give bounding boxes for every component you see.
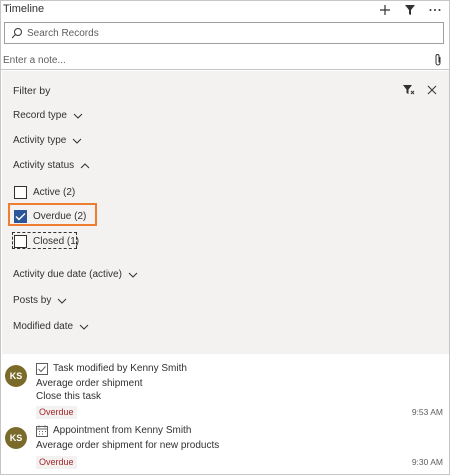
search-box <box>4 22 444 44</box>
filter-pane: Filter by Record type Activity type Acti… <box>2 71 449 354</box>
section-activity-type[interactable]: Activity type <box>13 135 82 146</box>
attachment-icon[interactable] <box>433 53 445 67</box>
status-badge: Overdue <box>36 406 77 419</box>
record-subject: Average order shipment <box>36 378 143 389</box>
more-icon[interactable] <box>427 2 443 18</box>
chevron-down-icon <box>73 138 82 144</box>
section-activity-due-date[interactable]: Activity due date (active) <box>13 269 138 280</box>
overdue-checkbox[interactable] <box>14 209 27 223</box>
record-description: Close this task <box>36 391 102 402</box>
chevron-down-icon <box>58 298 67 304</box>
filter-title: Filter by <box>13 85 51 97</box>
section-activity-status[interactable]: Activity status <box>13 160 90 171</box>
chevron-down-icon <box>73 113 83 119</box>
option-label: Overdue (2) <box>33 210 87 222</box>
chevron-up-icon <box>80 162 90 168</box>
section-label: Modified date <box>13 321 74 332</box>
status-badge: Overdue <box>36 456 77 469</box>
timeline-header: Timeline <box>1 1 449 19</box>
add-icon[interactable] <box>377 2 393 18</box>
record-time: 9:30 AM <box>411 457 443 467</box>
timeline-record[interactable]: KS Appointment from Kenny Smith Average … <box>1 421 449 475</box>
filter-icon[interactable] <box>402 2 418 18</box>
note-input[interactable] <box>3 52 423 68</box>
active-checkbox[interactable] <box>14 185 27 199</box>
avatar: KS <box>5 427 27 449</box>
search-input[interactable] <box>27 25 437 41</box>
section-label: Activity type <box>13 135 67 146</box>
check-icon <box>15 212 26 220</box>
record-time: 9:53 AM <box>411 407 443 417</box>
chevron-down-icon <box>128 272 138 278</box>
closed-checkbox[interactable] <box>14 234 27 248</box>
chevron-down-icon <box>79 324 89 330</box>
avatar: KS <box>5 365 27 387</box>
option-overdue[interactable]: Overdue (2) <box>14 209 86 223</box>
section-posts-by[interactable]: Posts by <box>13 295 67 306</box>
section-record-type[interactable]: Record type <box>13 110 83 121</box>
option-label: Closed (1) <box>33 235 80 247</box>
clear-filter-icon[interactable] <box>401 83 415 97</box>
section-label: Activity due date (active) <box>13 269 122 280</box>
record-subject: Average order shipment for new products <box>36 440 220 451</box>
search-icon <box>11 27 23 39</box>
option-active[interactable]: Active (2) <box>14 185 75 199</box>
option-label: Active (2) <box>33 186 76 198</box>
calendar-icon <box>36 425 48 437</box>
option-closed[interactable]: Closed (1) <box>14 234 79 248</box>
section-label: Activity status <box>13 160 75 171</box>
note-bar <box>1 50 449 70</box>
timeline-title: Timeline <box>3 3 45 15</box>
record-title[interactable]: Appointment from Kenny Smith <box>53 425 191 436</box>
timeline-record[interactable]: KS Task modified by Kenny Smith Average … <box>1 359 449 421</box>
timeline-panel: Timeline Filter by Record type <box>0 0 450 475</box>
task-checkbox-icon <box>36 363 48 375</box>
section-label: Posts by <box>13 295 52 306</box>
section-modified-date[interactable]: Modified date <box>13 321 89 332</box>
close-icon[interactable] <box>425 83 439 97</box>
section-label: Record type <box>13 110 67 121</box>
record-title[interactable]: Task modified by Kenny Smith <box>53 363 187 374</box>
